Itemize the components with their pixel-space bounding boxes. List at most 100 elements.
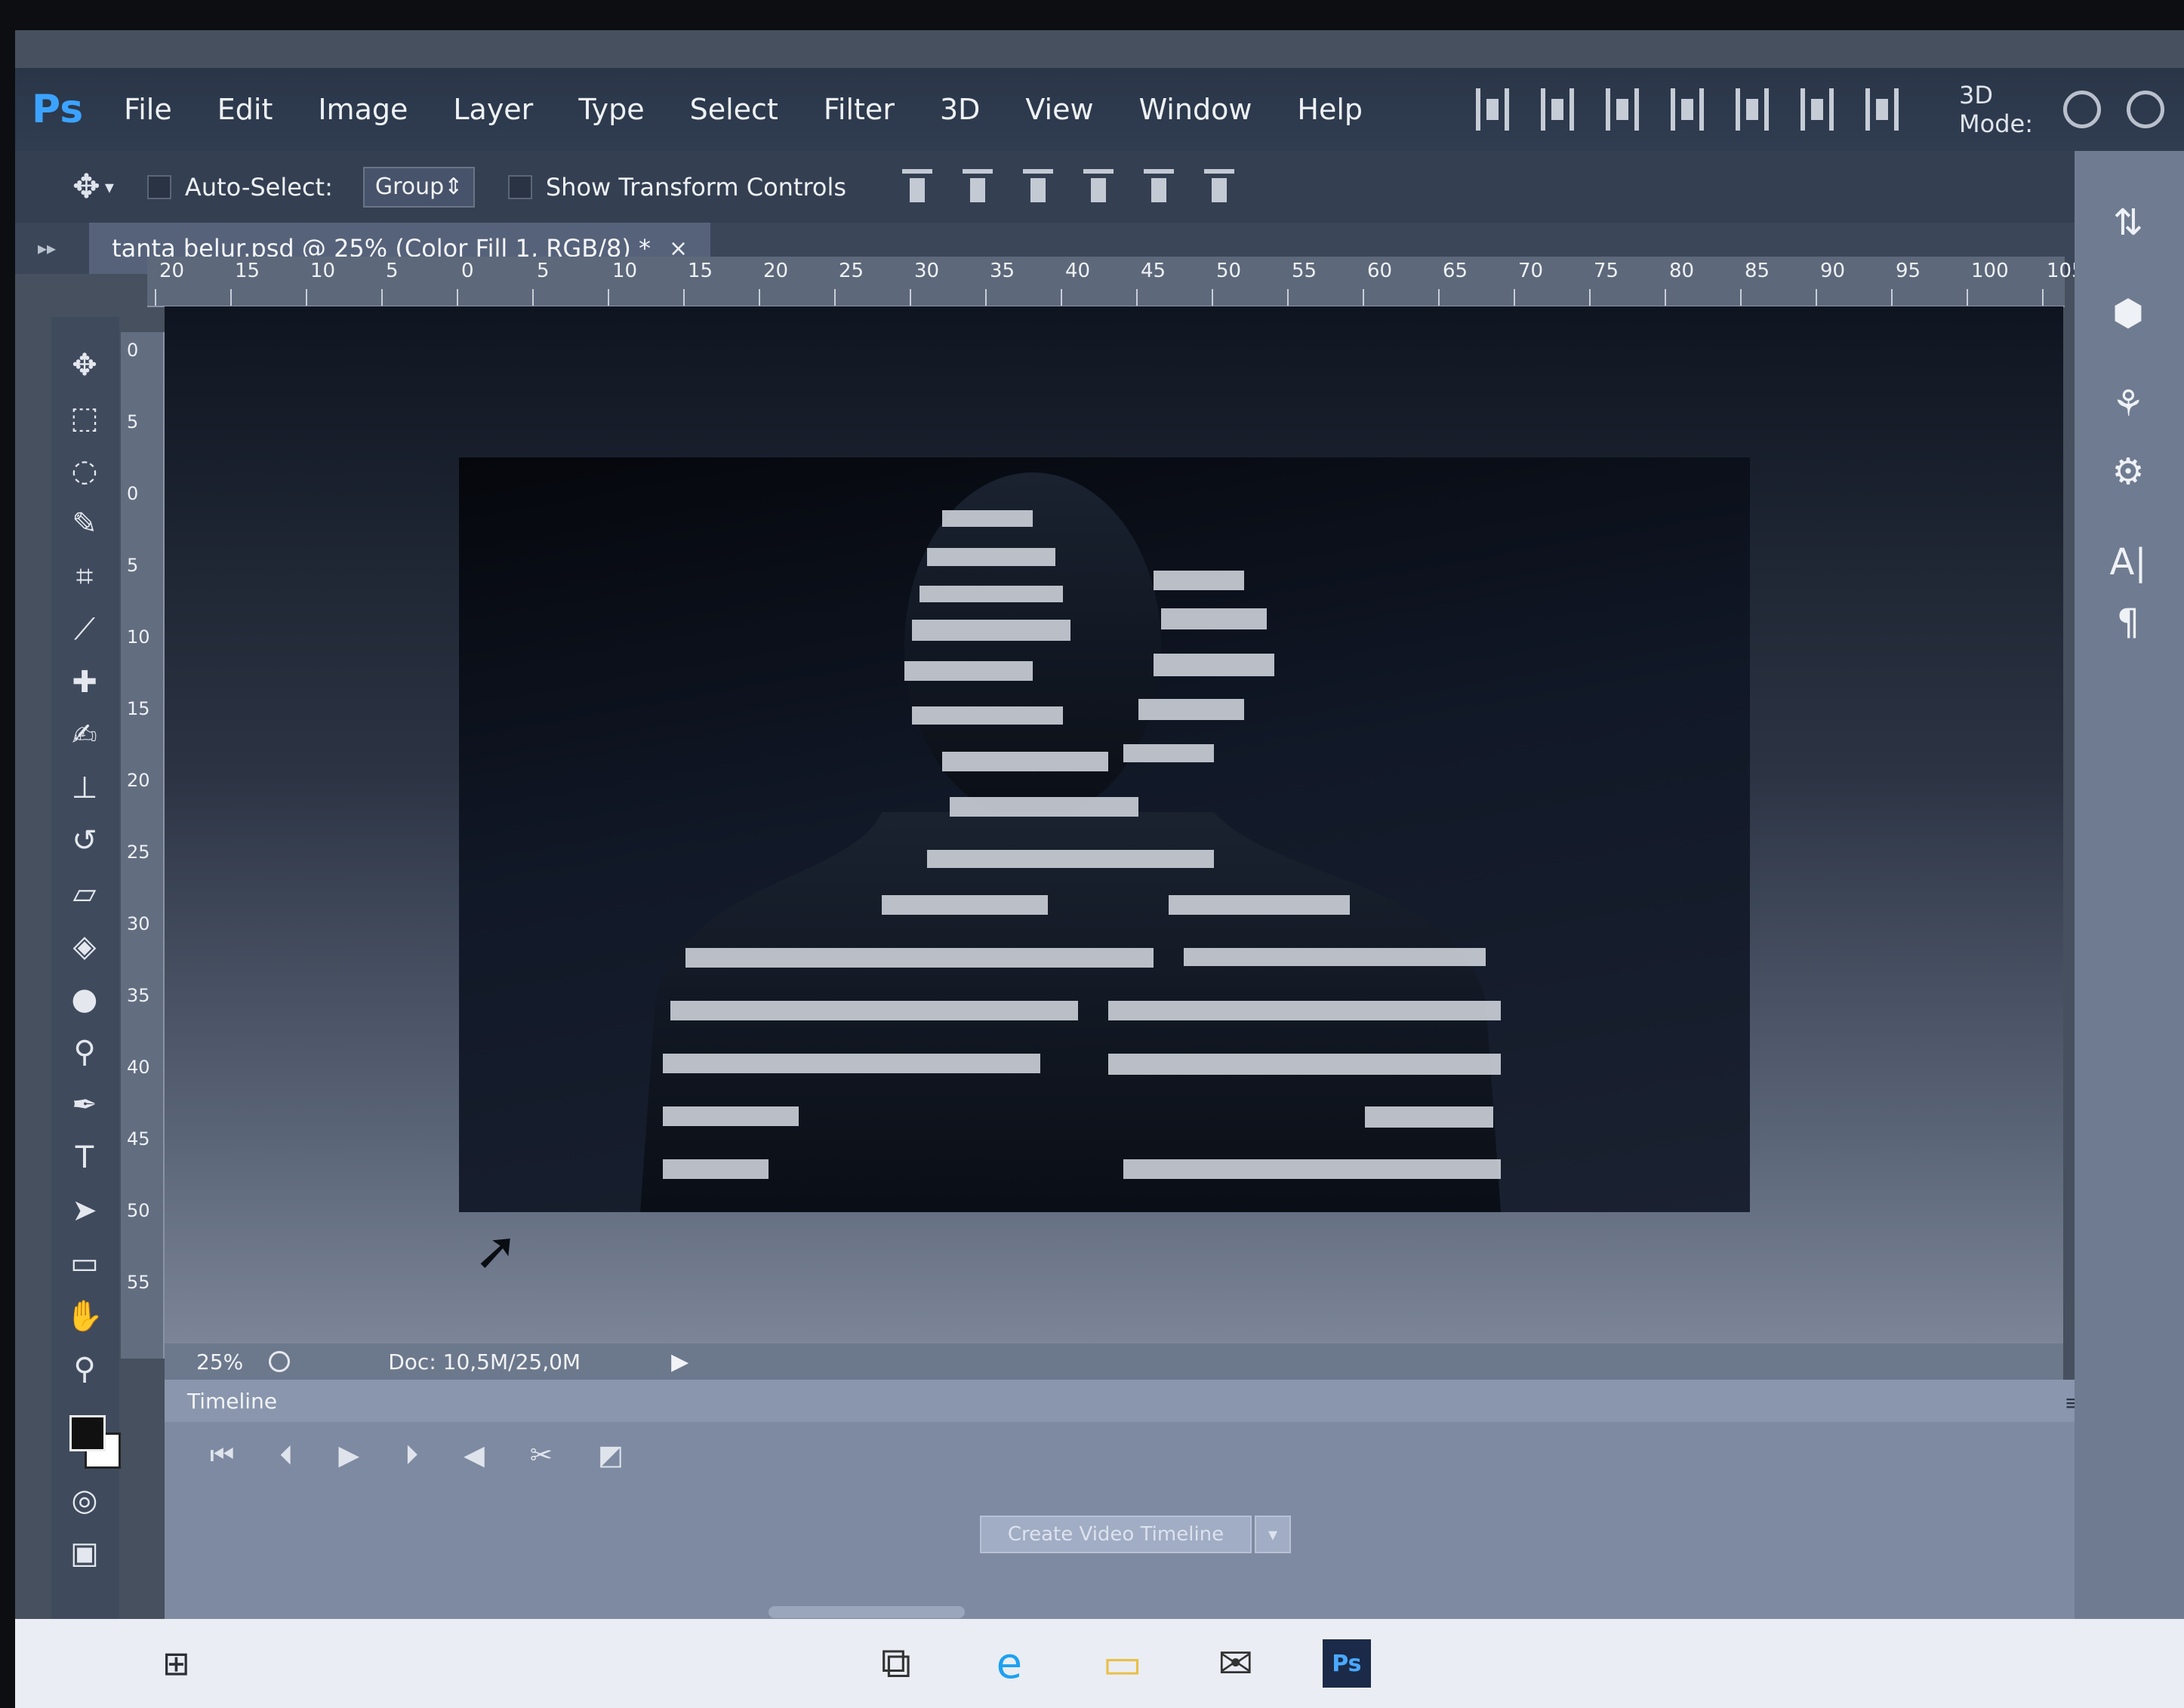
align-right-icon[interactable] (1204, 168, 1235, 205)
info-icon[interactable] (269, 1351, 291, 1372)
chevron-down-icon[interactable]: ▾ (1255, 1516, 1291, 1553)
3d-panel-icon[interactable]: ⬢ (2102, 287, 2155, 340)
move-tool-preset-icon[interactable]: ✥ (72, 168, 100, 206)
go-to-first-frame-icon[interactable]: ⏮ (210, 1440, 234, 1472)
distribute-hcenter-icon[interactable] (1736, 88, 1770, 131)
zoom-level[interactable]: 25% (196, 1349, 243, 1374)
menu-window[interactable]: Window (1117, 93, 1275, 126)
auto-align-icon[interactable] (1865, 88, 1899, 131)
ruler-label: 0 (461, 260, 474, 282)
hand-tool-icon[interactable]: ✋ (62, 1295, 107, 1337)
clone-stamp-tool-icon[interactable]: ⊥ (62, 767, 107, 809)
next-frame-icon[interactable]: ⏵ (405, 1440, 418, 1472)
create-video-timeline-button[interactable]: Create Video Timeline (980, 1516, 1252, 1553)
zoom-tool-icon[interactable]: ⚲ (62, 1348, 107, 1390)
menu-help[interactable]: Help (1274, 93, 1385, 126)
brush-tool-icon[interactable]: ✍ (62, 714, 107, 756)
photoshop-logo: Ps (32, 87, 84, 132)
mail-icon[interactable]: ✉ (1209, 1639, 1262, 1688)
timeline-title[interactable]: Timeline (187, 1389, 277, 1414)
move-tool-icon[interactable]: ✥ (62, 344, 107, 386)
chevron-down-icon[interactable]: ▾ (105, 177, 114, 198)
windows-start-icon[interactable]: ⊞ (162, 1645, 190, 1683)
align-vcenter-icon[interactable] (963, 168, 993, 205)
pen-tool-icon[interactable]: ✒ (62, 1084, 107, 1126)
ruler-tick (759, 289, 760, 306)
dodge-tool-icon[interactable]: ⚲ (62, 1031, 107, 1073)
ruler-label: 25 (839, 260, 864, 282)
menu-image[interactable]: Image (295, 93, 430, 126)
menu-3d[interactable]: 3D (917, 93, 1003, 126)
menu-type[interactable]: Type (556, 93, 667, 126)
marquee-tool-icon[interactable]: ⬚ (62, 397, 107, 439)
play-icon[interactable]: ▶ (338, 1440, 359, 1472)
blur-tool-icon[interactable]: ● (62, 978, 107, 1020)
ruler-label: 15 (688, 260, 713, 282)
taskbar-apps: ⧉ e ▭ ✉ Ps (870, 1639, 1371, 1688)
distribute-top-icon[interactable] (1476, 88, 1510, 131)
distribute-right-icon[interactable] (1800, 88, 1834, 131)
distribute-vcenter-icon[interactable] (1541, 88, 1575, 131)
auto-select-target-select[interactable]: Group ⇕ (362, 166, 475, 208)
character-panel-icon[interactable]: A| (2102, 536, 2155, 589)
ruler-label: 35 (990, 260, 1015, 282)
healing-brush-tool-icon[interactable]: ✚ (62, 661, 107, 703)
path-selection-tool-icon[interactable]: ➤ (62, 1189, 107, 1232)
align-bottom-icon[interactable] (1023, 168, 1054, 205)
eyedropper-tool-icon[interactable]: ⟋ (62, 608, 107, 651)
photoshop-taskbar-icon[interactable]: Ps (1322, 1639, 1371, 1688)
3d-roll-icon[interactable] (2127, 91, 2165, 128)
vertical-ruler[interactable]: 0 5 0 5 10 15 20 25 30 35 40 45 50 55 (121, 332, 165, 1359)
lasso-tool-icon[interactable]: ◌ (62, 450, 107, 492)
menu-layer[interactable]: Layer (430, 93, 556, 126)
paint-bucket-tool-icon[interactable]: ◈ (62, 925, 107, 968)
3d-orbit-icon[interactable] (2063, 91, 2102, 128)
history-panel-icon[interactable]: ⇅ (2102, 196, 2155, 249)
foreground-color-swatch[interactable] (69, 1415, 106, 1451)
history-brush-tool-icon[interactable]: ↺ (62, 820, 107, 862)
ruler-tick (683, 289, 685, 306)
brush-panel-icon[interactable]: ⚘ (2102, 377, 2155, 430)
crop-tool-icon[interactable]: ⌗ (62, 555, 107, 598)
quick-selection-tool-icon[interactable]: ✎ (62, 503, 107, 545)
menu-file[interactable]: File (101, 93, 195, 126)
ruler-tick (306, 289, 307, 306)
audio-icon[interactable]: ◀ (464, 1440, 485, 1472)
edge-browser-icon[interactable]: e (983, 1639, 1036, 1688)
paragraph-panel-icon[interactable]: ¶ (2102, 596, 2155, 649)
menu-select[interactable]: Select (667, 93, 801, 126)
adjustments-panel-icon[interactable]: ⚙ (2102, 445, 2155, 498)
document-canvas[interactable] (459, 457, 1750, 1212)
align-left-icon[interactable] (1083, 168, 1114, 205)
align-top-icon[interactable] (902, 168, 933, 205)
ruler-label: 70 (1518, 260, 1544, 282)
split-at-playhead-icon[interactable]: ✂ (530, 1440, 553, 1472)
rectangle-tool-icon[interactable]: ▭ (62, 1242, 107, 1285)
distribute-bottom-icon[interactable] (1606, 88, 1640, 131)
ruler-label: 20 (159, 260, 185, 282)
canvas-area[interactable]: ➚ (165, 306, 2063, 1346)
task-view-icon[interactable]: ⧉ (870, 1639, 923, 1688)
timeline-zoom-slider[interactable] (769, 1606, 965, 1618)
menu-edit[interactable]: Edit (195, 93, 296, 126)
ruler-tick (457, 289, 458, 306)
type-tool-icon[interactable]: T (62, 1137, 107, 1179)
ruler-label: 15 (127, 698, 150, 719)
ruler-label: 10 (612, 260, 638, 282)
status-menu-arrow-icon[interactable]: ▶ (671, 1349, 688, 1375)
previous-frame-icon[interactable]: ⏴ (279, 1440, 293, 1472)
menu-view[interactable]: View (1003, 93, 1116, 126)
distribute-left-icon[interactable] (1671, 88, 1705, 131)
ruler-tick (381, 289, 383, 306)
screen-mode-icon[interactable]: ▣ (62, 1532, 107, 1574)
menu-filter[interactable]: Filter (801, 93, 917, 126)
collapse-panels-icon[interactable]: ▸▸ (38, 238, 56, 259)
horizontal-ruler[interactable]: 20 15 10 5 0 5 10 15 20 25 30 35 40 45 50 55 60 65 70 75 80 8… (147, 257, 2084, 307)
quick-mask-icon[interactable]: ◎ (62, 1479, 107, 1522)
align-hcenter-icon[interactable] (1144, 168, 1175, 205)
show-transform-checkbox[interactable] (507, 174, 532, 199)
eraser-tool-icon[interactable]: ▱ (62, 872, 107, 915)
auto-select-checkbox[interactable] (146, 174, 171, 199)
transition-icon[interactable]: ◩ (598, 1440, 624, 1472)
file-explorer-icon[interactable]: ▭ (1096, 1639, 1149, 1688)
